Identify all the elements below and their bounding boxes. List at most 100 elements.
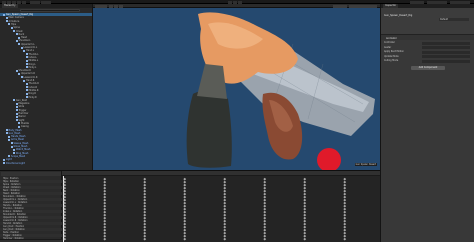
- component-label: Animator: [386, 36, 397, 40]
- gameobject-icon: [18, 122, 20, 125]
- gameobject-icon: [15, 69, 18, 72]
- gameobject-icon: [15, 105, 18, 108]
- layer-dropdown[interactable]: Default: [439, 18, 469, 21]
- gameobject-icon: [15, 112, 18, 115]
- gameobject-icon: [25, 53, 28, 56]
- 2d-toggle[interactable]: [109, 4, 113, 8]
- gameobject-icon: [15, 115, 18, 118]
- keyframe[interactable]: [143, 237, 146, 240]
- inspector-field-label: Controller: [384, 41, 395, 44]
- dopesheet-timeline[interactable]: [62, 176, 380, 242]
- gameobject-icon: [3, 13, 5, 16]
- gameobject-icon: [5, 129, 8, 131]
- keyframe[interactable]: [63, 237, 66, 240]
- scene-view[interactable]: Gun Spawn Desert: [93, 4, 380, 170]
- sleeve-dark-mesh: [186, 91, 232, 168]
- gameobject-icon: [25, 86, 28, 89]
- gameobject-icon: [8, 23, 10, 26]
- add-component-button[interactable]: Add Component: [411, 66, 445, 70]
- inspector-field-label: Culling Mode: [384, 59, 399, 62]
- red-marker: [317, 148, 341, 170]
- gameobject-icon: [18, 125, 20, 128]
- keyframe[interactable]: [103, 237, 106, 240]
- inspector-field-value[interactable]: [422, 41, 470, 45]
- lighting-toggle[interactable]: [114, 4, 118, 8]
- gameobject-icon: [13, 30, 15, 32]
- gameobject-icon: [13, 148, 15, 151]
- hierarchy-item[interactable]: Directional Light: [0, 161, 92, 165]
- hierarchy-panel: Hierarchy Gun_Spawn_Desert_Rig Main Camer…: [0, 4, 93, 170]
- inspector-field-label: Update Mode: [384, 54, 399, 58]
- gameobject-icon: [23, 79, 25, 82]
- gameobject-icon: [18, 43, 20, 46]
- inspector-field: Update Mode: [384, 55, 472, 59]
- gameobject-icon: [10, 145, 13, 148]
- inspector-field-label: Apply Root Motion: [384, 50, 404, 53]
- audio-toggle[interactable]: [119, 4, 123, 8]
- inspector-field: Culling Mode: [384, 59, 472, 63]
- keyframe[interactable]: [183, 237, 186, 240]
- hierarchy-search-input[interactable]: [20, 8, 80, 12]
- inspector-field-value[interactable]: [422, 59, 470, 63]
- keyframe[interactable]: [263, 237, 266, 240]
- scene-overlay-label: Gun Spawn Desert: [354, 163, 377, 166]
- keyframe[interactable]: [343, 237, 346, 240]
- inspector-field-value[interactable]: [422, 46, 470, 49]
- gameobject-icon: [20, 46, 23, 49]
- gameobject-icon: [15, 33, 18, 36]
- gameobject-icon: [18, 72, 20, 75]
- gameobject-icon: [13, 99, 15, 102]
- inspector-field-label: Avatar: [384, 45, 392, 49]
- gameobject-icon: [25, 66, 28, 69]
- scene-toolbar: [93, 4, 380, 8]
- gameobject-icon: [13, 152, 15, 155]
- gameobject-icon: [15, 102, 18, 105]
- inspector-header: Gun_Spawn_Desert_Rig Default: [381, 8, 474, 34]
- hierarchy-tabstrip: Hierarchy: [0, 4, 92, 8]
- gameobject-icon: [10, 26, 13, 29]
- gameobject-icon: [3, 162, 5, 164]
- inspector-field-value[interactable]: [422, 50, 470, 54]
- gameobject-icon: [25, 89, 28, 92]
- animation-property-list: Hips : Position Hips : Rotation Spine : Ro…: [0, 171, 62, 242]
- inspector-panel: Inspector Gun_Spawn_Desert_Rig Default A…: [380, 4, 474, 242]
- gameobject-icon: [15, 119, 18, 122]
- shading-mode-dropdown[interactable]: [95, 4, 107, 8]
- object-name-field[interactable]: Gun_Spawn_Desert_Rig: [384, 14, 412, 17]
- gameobject-icon: [8, 155, 10, 158]
- gameobject-icon: [25, 63, 28, 65]
- gameobject-icon: [8, 138, 10, 141]
- gameobject-icon: [5, 132, 8, 135]
- hierarchy-item-label: Directional Light: [6, 161, 25, 165]
- keyframe[interactable]: [223, 237, 226, 240]
- inspector-field: Controller: [384, 41, 472, 45]
- gameobject-icon: [15, 39, 18, 42]
- inspector-field-value[interactable]: [422, 55, 470, 58]
- gameobject-icon: [10, 142, 13, 145]
- gizmos-dropdown[interactable]: [333, 4, 347, 8]
- scene-search-input[interactable]: [349, 4, 377, 8]
- animator-component-header[interactable]: Animator: [381, 34, 474, 40]
- inspector-field: Apply Root Motion: [384, 50, 472, 54]
- inspector-field: Avatar: [384, 46, 472, 50]
- gameobject-icon: [25, 92, 28, 95]
- gameobject-icon: [25, 56, 28, 59]
- scene-render: [186, 12, 375, 170]
- gameobject-icon: [5, 16, 8, 19]
- keyframe-row: [62, 237, 380, 240]
- gameobject-icon: [25, 82, 28, 85]
- gameobject-icon: [3, 158, 5, 161]
- gameobject-icon: [25, 59, 28, 62]
- gameobject-icon: [8, 135, 10, 138]
- gameobject-icon: [5, 20, 8, 23]
- gameobject-icon: [23, 49, 25, 52]
- wrist-mesh: [197, 64, 227, 99]
- gameobject-icon: [25, 96, 28, 98]
- animation-controls[interactable]: [1, 172, 61, 176]
- tab-hierarchy[interactable]: Hierarchy: [2, 4, 18, 8]
- gameobject-icon: [18, 36, 20, 39]
- gameobject-icon: [20, 76, 23, 79]
- keyframe[interactable]: [303, 237, 306, 240]
- animation-panel: Hips : Position Hips : Rotation Spine : Ro…: [0, 170, 380, 242]
- gameobject-icon: [15, 109, 18, 112]
